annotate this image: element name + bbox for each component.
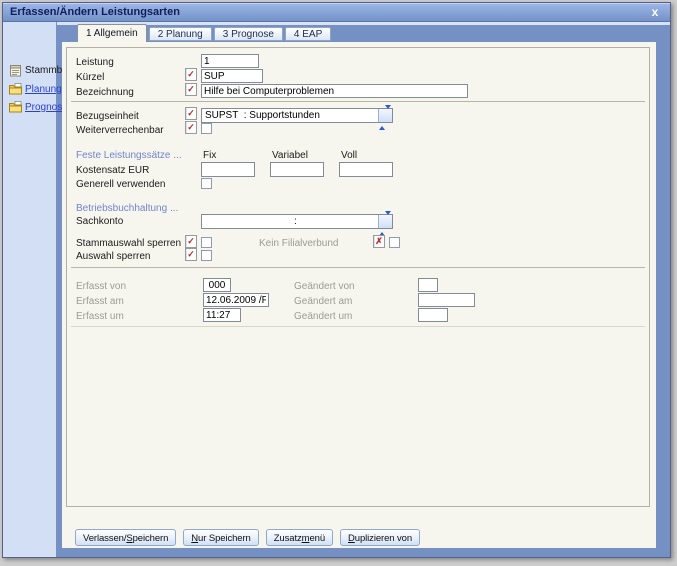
red-check-icon[interactable]: ✓ — [185, 107, 197, 120]
kuerzel-label: Kürzel — [76, 72, 104, 83]
auswahl-sperren-label: Auswahl sperren — [76, 251, 150, 262]
generell-verwenden-checkbox[interactable] — [201, 178, 212, 189]
tab-prognose[interactable]: 3 Prognose — [214, 27, 283, 41]
sidebar: Stammblatt Planung Prognose — [3, 22, 56, 557]
separator — [71, 326, 645, 327]
generell-verwenden-label: Generell verwenden — [76, 179, 166, 190]
erfasst-am-input[interactable] — [203, 293, 269, 307]
button-label: ur Speichern — [198, 533, 251, 544]
separator — [71, 267, 645, 268]
tab-label: 1 Allgemein — [86, 28, 138, 39]
red-check-icon[interactable]: ✓ — [185, 83, 197, 96]
button-label: enü — [309, 533, 325, 544]
geaendert-um-label: Geändert um — [294, 311, 352, 322]
red-check-icon[interactable]: ✓ — [185, 235, 197, 248]
column-header-variabel: Variabel — [272, 150, 308, 161]
geaendert-um-input[interactable] — [418, 308, 448, 322]
bezeichnung-label: Bezeichnung — [76, 87, 134, 98]
separator — [71, 101, 645, 102]
red-x-icon[interactable]: ✗ — [373, 235, 385, 248]
dialog-window: Erfassen/Ändern Leistungsarten x Stammbl… — [2, 2, 671, 558]
weiterverrechenbar-label: Weiterverrechenbar — [76, 125, 164, 136]
erfasst-um-label: Erfasst um — [76, 311, 124, 322]
kostensatz-voll-input[interactable] — [339, 162, 393, 177]
button-row: Verlassen/Speichern Nur Speichern Zusatz… — [75, 529, 420, 546]
duplizieren-von-button[interactable]: Duplizieren von — [340, 529, 420, 546]
bezugseinheit-label: Bezugseinheit — [76, 111, 139, 122]
feste-leistungssaetze-section-label: Feste Leistungssätze ... — [76, 150, 182, 161]
button-label: Zusatz — [274, 533, 302, 544]
tab-bar: 1 Allgemein 2 Planung 3 Prognose 4 EAP — [77, 24, 331, 42]
nur-speichern-button[interactable]: Nur Speichern — [183, 529, 258, 546]
stammauswahl-sperren-checkbox[interactable] — [201, 237, 212, 248]
kostensatz-fix-input[interactable] — [201, 162, 255, 177]
geaendert-von-label: Geändert von — [294, 281, 355, 292]
auswahl-sperren-checkbox[interactable] — [201, 250, 212, 261]
kostensatz-variabel-input[interactable] — [270, 162, 324, 177]
erfasst-von-label: Erfasst von — [76, 281, 126, 292]
erfasst-von-input[interactable] — [203, 278, 231, 292]
tab-label: 4 EAP — [294, 29, 322, 40]
button-label: uplizieren von — [355, 533, 412, 544]
bezeichnung-input[interactable] — [201, 84, 468, 98]
verlassen-speichern-button[interactable]: Verlassen/Speichern — [75, 529, 176, 546]
geaendert-von-input[interactable] — [418, 278, 438, 292]
tab-label: 2 Planung — [158, 29, 203, 40]
betriebsbuchhaltung-section-label: Betriebsbuchhaltung ... — [76, 203, 178, 214]
form-panel: Leistung Kürzel ✓ Bezeichnung ✓ Bezugsei… — [66, 47, 650, 507]
window-title: Erfassen/Ändern Leistungsarten — [10, 3, 180, 21]
folder-icon — [9, 83, 22, 95]
tab-label: 3 Prognose — [223, 29, 274, 40]
leistung-input[interactable] — [201, 54, 259, 68]
column-header-voll: Voll — [341, 150, 357, 161]
close-button[interactable]: x — [648, 3, 662, 21]
notepad-icon — [9, 64, 22, 77]
kein-filialverbund-checkbox[interactable] — [389, 237, 400, 248]
red-check-icon[interactable]: ✓ — [185, 68, 197, 81]
kuerzel-input[interactable] — [201, 69, 263, 83]
titlebar: Erfassen/Ändern Leistungsarten x — [3, 3, 670, 22]
sachkonto-value: : — [202, 215, 378, 228]
stammauswahl-sperren-label: Stammauswahl sperren — [76, 238, 181, 249]
tab-allgemein[interactable]: 1 Allgemein — [77, 24, 147, 42]
geaendert-am-input[interactable] — [418, 293, 475, 307]
erfasst-am-label: Erfasst am — [76, 296, 124, 307]
bezugseinheit-value: SUPST : Supportstunden — [202, 109, 378, 122]
sachkonto-label: Sachkonto — [76, 216, 123, 227]
weiterverrechenbar-checkbox[interactable] — [201, 123, 212, 134]
leistung-label: Leistung — [76, 57, 114, 68]
sidebar-item-prognose[interactable]: Prognose — [9, 101, 68, 113]
sidebar-item-planung[interactable]: Planung — [9, 83, 62, 95]
geaendert-am-label: Geändert am — [294, 296, 352, 307]
button-label: Verlassen/ — [83, 533, 126, 544]
button-label: peichern — [133, 533, 169, 544]
folder-icon — [9, 101, 22, 113]
kein-filialverbund-label: Kein Filialverbund — [259, 238, 339, 249]
red-check-icon[interactable]: ✓ — [185, 121, 197, 134]
screen: Erfassen/Ändern Leistungsarten x Stammbl… — [0, 0, 677, 566]
column-header-fix: Fix — [203, 150, 216, 161]
combo-arrow-icon[interactable] — [378, 215, 392, 228]
combo-arrow-icon[interactable] — [378, 109, 392, 122]
tab-eap[interactable]: 4 EAP — [285, 27, 331, 41]
button-key: D — [348, 533, 355, 544]
sidebar-item-label: Planung — [25, 84, 62, 95]
bezugseinheit-combobox[interactable]: SUPST : Supportstunden — [201, 108, 393, 123]
tab-planung[interactable]: 2 Planung — [149, 27, 212, 41]
sachkonto-combobox[interactable]: : — [201, 214, 393, 229]
kostensatz-label: Kostensatz EUR — [76, 165, 149, 176]
erfasst-um-input[interactable] — [203, 308, 241, 322]
red-check-icon[interactable]: ✓ — [185, 248, 197, 261]
zusatzmenue-button[interactable]: Zusatzmenü — [266, 529, 333, 546]
